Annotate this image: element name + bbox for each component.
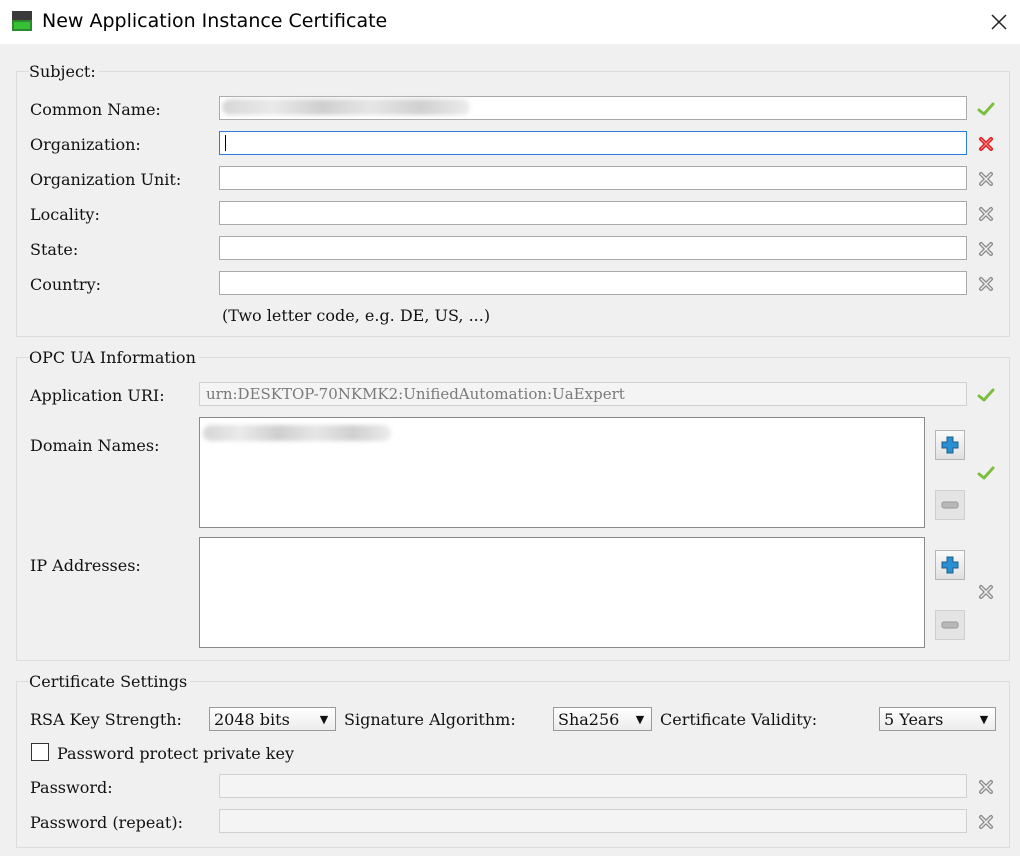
remove-domain-button[interactable] xyxy=(935,490,965,520)
close-icon xyxy=(991,14,1007,30)
password-label: Password: xyxy=(30,778,113,797)
signature-algorithm-label: Signature Algorithm: xyxy=(344,710,516,729)
green-check-icon xyxy=(977,386,995,404)
gray-x-icon xyxy=(977,205,995,223)
state-input[interactable] xyxy=(219,236,967,260)
red-x-icon xyxy=(977,135,995,153)
password-repeat-input[interactable] xyxy=(219,809,967,833)
certificate-validity-select[interactable]: 5 Years ▼ xyxy=(879,707,996,731)
minus-icon xyxy=(941,621,959,629)
country-input[interactable] xyxy=(219,271,967,295)
window-title: New Application Instance Certificate xyxy=(42,10,388,32)
locality-label: Locality: xyxy=(30,205,100,224)
rsa-key-strength-select[interactable]: 2048 bits ▼ xyxy=(209,707,336,731)
gray-x-icon xyxy=(977,240,995,258)
ip-addresses-label: IP Addresses: xyxy=(30,556,141,575)
chevron-down-icon: ▼ xyxy=(979,712,989,726)
chevron-down-icon: ▼ xyxy=(635,712,645,726)
application-uri-input xyxy=(199,382,967,406)
green-check-icon xyxy=(977,100,995,118)
state-label: State: xyxy=(30,240,79,259)
subject-legend: Subject: xyxy=(29,62,99,81)
organization-unit-label: Organization Unit: xyxy=(30,170,182,189)
signature-algorithm-value: Sha256 xyxy=(558,709,620,729)
common-name-label: Common Name: xyxy=(30,100,161,119)
add-ip-button[interactable] xyxy=(935,550,965,580)
certificate-app-icon xyxy=(12,11,32,31)
remove-ip-button[interactable] xyxy=(935,610,965,640)
chevron-down-icon: ▼ xyxy=(319,712,329,726)
certificate-settings-legend: Certificate Settings xyxy=(29,672,191,691)
signature-algorithm-select[interactable]: Sha256 ▼ xyxy=(553,707,652,731)
add-domain-button[interactable] xyxy=(935,430,965,460)
ip-addresses-list[interactable] xyxy=(199,537,925,648)
redacted-common-name xyxy=(222,99,470,115)
plus-icon xyxy=(941,556,959,574)
country-label: Country: xyxy=(30,275,101,294)
certificate-validity-value: 5 Years xyxy=(884,709,944,729)
gray-x-icon xyxy=(977,813,995,831)
gray-x-icon xyxy=(977,170,995,188)
gray-x-icon xyxy=(977,275,995,293)
organization-unit-input[interactable] xyxy=(219,166,967,190)
minus-icon xyxy=(941,501,959,509)
gray-x-icon xyxy=(977,778,995,796)
plus-icon xyxy=(941,436,959,454)
certificate-validity-label: Certificate Validity: xyxy=(660,710,818,729)
password-protect-checkbox[interactable] xyxy=(31,743,49,761)
organization-input[interactable] xyxy=(219,131,967,155)
gray-x-icon xyxy=(977,583,995,601)
domain-names-label: Domain Names: xyxy=(30,436,160,455)
organization-label: Organization: xyxy=(30,135,141,154)
country-hint: (Two letter code, e.g. DE, US, ...) xyxy=(222,306,491,325)
password-protect-label[interactable]: Password protect private key xyxy=(57,744,294,763)
password-input[interactable] xyxy=(219,774,967,798)
redacted-domain-name xyxy=(203,425,391,441)
green-check-icon xyxy=(977,464,995,482)
password-repeat-label: Password (repeat): xyxy=(30,813,183,832)
title-bar: New Application Instance Certificate xyxy=(0,0,1020,44)
text-cursor xyxy=(225,135,226,151)
locality-input[interactable] xyxy=(219,201,967,225)
application-uri-label: Application URI: xyxy=(30,386,165,405)
rsa-key-strength-value: 2048 bits xyxy=(214,709,290,729)
opc-ua-legend: OPC UA Information xyxy=(29,348,199,367)
rsa-key-strength-label: RSA Key Strength: xyxy=(30,710,182,729)
close-button[interactable] xyxy=(982,6,1016,38)
